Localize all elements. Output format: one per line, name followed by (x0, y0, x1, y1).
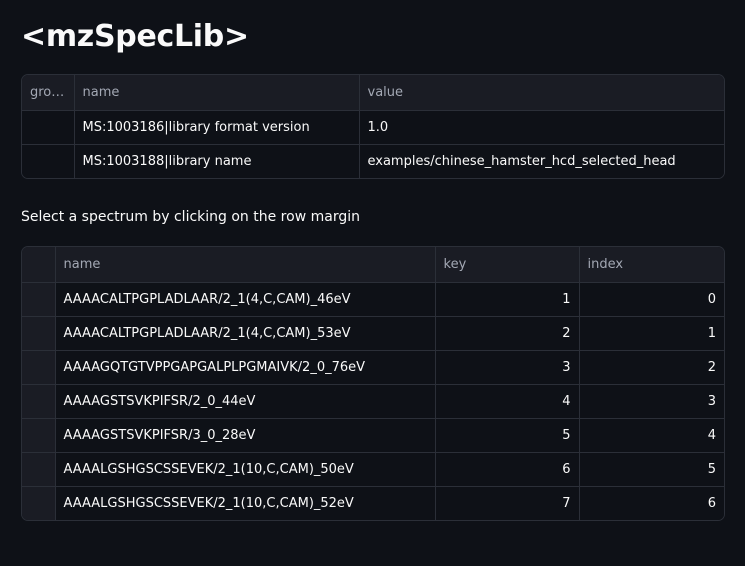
column-header-value[interactable]: value (359, 75, 724, 111)
page-title: <mzSpecLib> (21, 19, 249, 54)
cell-index[interactable]: 5 (579, 452, 724, 487)
cell-index[interactable]: 3 (579, 384, 724, 419)
table-row[interactable]: AAAALGSHGSCSSEVEK/2_1(10,C,CAM)_52eV 7 6 (22, 486, 724, 520)
cell-index[interactable]: 4 (579, 418, 724, 453)
column-header-name[interactable]: name (74, 75, 360, 111)
cell-index[interactable]: 1 (579, 316, 724, 351)
table-row[interactable]: MS:1003188|library name examples/chinese… (22, 144, 724, 178)
table-row[interactable]: AAAACALTPGPLADLAAR/2_1(4,C,CAM)_46eV 1 0 (22, 282, 724, 317)
table-row[interactable]: AAAACALTPGPLADLAAR/2_1(4,C,CAM)_53eV 2 1 (22, 316, 724, 351)
cell-key[interactable]: 5 (435, 418, 580, 453)
cell-group[interactable] (22, 144, 75, 178)
column-header-name[interactable]: name (55, 247, 436, 283)
cell-name[interactable]: AAAAGSTSVKPIFSR/2_0_44eV (55, 384, 436, 419)
spectrum-header-row: name key index (22, 247, 724, 283)
cell-key[interactable]: 6 (435, 452, 580, 487)
table-row[interactable]: AAAALGSHGSCSSEVEK/2_1(10,C,CAM)_50eV 6 5 (22, 452, 724, 487)
cell-name[interactable]: AAAACALTPGPLADLAAR/2_1(4,C,CAM)_53eV (55, 316, 436, 351)
table-row[interactable]: AAAAGSTSVKPIFSR/3_0_28eV 5 4 (22, 418, 724, 453)
cell-value[interactable]: examples/chinese_hamster_hcd_selected_he… (359, 144, 724, 178)
table-row[interactable]: AAAAGSTSVKPIFSR/2_0_44eV 4 3 (22, 384, 724, 419)
row-margin-selector[interactable] (22, 316, 56, 351)
cell-name[interactable]: AAAALGSHGSCSSEVEK/2_1(10,C,CAM)_50eV (55, 452, 436, 487)
cell-key[interactable]: 3 (435, 350, 580, 385)
cell-name[interactable]: AAAAGSTSVKPIFSR/3_0_28eV (55, 418, 436, 453)
metadata-header-row: group name value (22, 75, 724, 111)
cell-key[interactable]: 2 (435, 316, 580, 351)
column-header-key[interactable]: key (435, 247, 580, 283)
cell-index[interactable]: 2 (579, 350, 724, 385)
cell-name[interactable]: AAAACALTPGPLADLAAR/2_1(4,C,CAM)_46eV (55, 282, 436, 317)
spectrum-table[interactable]: name key index AAAACALTPGPLADLAAR/2_1(4,… (21, 246, 725, 521)
spectrum-selection-caption: Select a spectrum by clicking on the row… (21, 209, 360, 225)
row-margin-selector[interactable] (22, 418, 56, 453)
cell-index[interactable]: 0 (579, 282, 724, 317)
row-margin-selector[interactable] (22, 350, 56, 385)
column-header-group[interactable]: group (22, 75, 75, 111)
row-margin-header[interactable] (22, 247, 56, 283)
cell-index[interactable]: 6 (579, 486, 724, 520)
row-margin-selector[interactable] (22, 486, 56, 520)
row-margin-selector[interactable] (22, 282, 56, 317)
cell-key[interactable]: 1 (435, 282, 580, 317)
metadata-table[interactable]: group name value MS:1003186|library form… (21, 74, 725, 179)
row-margin-selector[interactable] (22, 384, 56, 419)
row-margin-selector[interactable] (22, 452, 56, 487)
table-row[interactable]: AAAAGQTGTVPPGAPGALPLPGMAIVK/2_0_76eV 3 2 (22, 350, 724, 385)
cell-name[interactable]: MS:1003186|library format version (74, 110, 360, 145)
column-header-index[interactable]: index (579, 247, 724, 283)
cell-value[interactable]: 1.0 (359, 110, 724, 145)
cell-group[interactable] (22, 110, 75, 145)
cell-key[interactable]: 4 (435, 384, 580, 419)
table-row[interactable]: MS:1003186|library format version 1.0 (22, 110, 724, 145)
cell-name[interactable]: AAAALGSHGSCSSEVEK/2_1(10,C,CAM)_52eV (55, 486, 436, 520)
cell-name[interactable]: AAAAGQTGTVPPGAPGALPLPGMAIVK/2_0_76eV (55, 350, 436, 385)
cell-name[interactable]: MS:1003188|library name (74, 144, 360, 178)
cell-key[interactable]: 7 (435, 486, 580, 520)
